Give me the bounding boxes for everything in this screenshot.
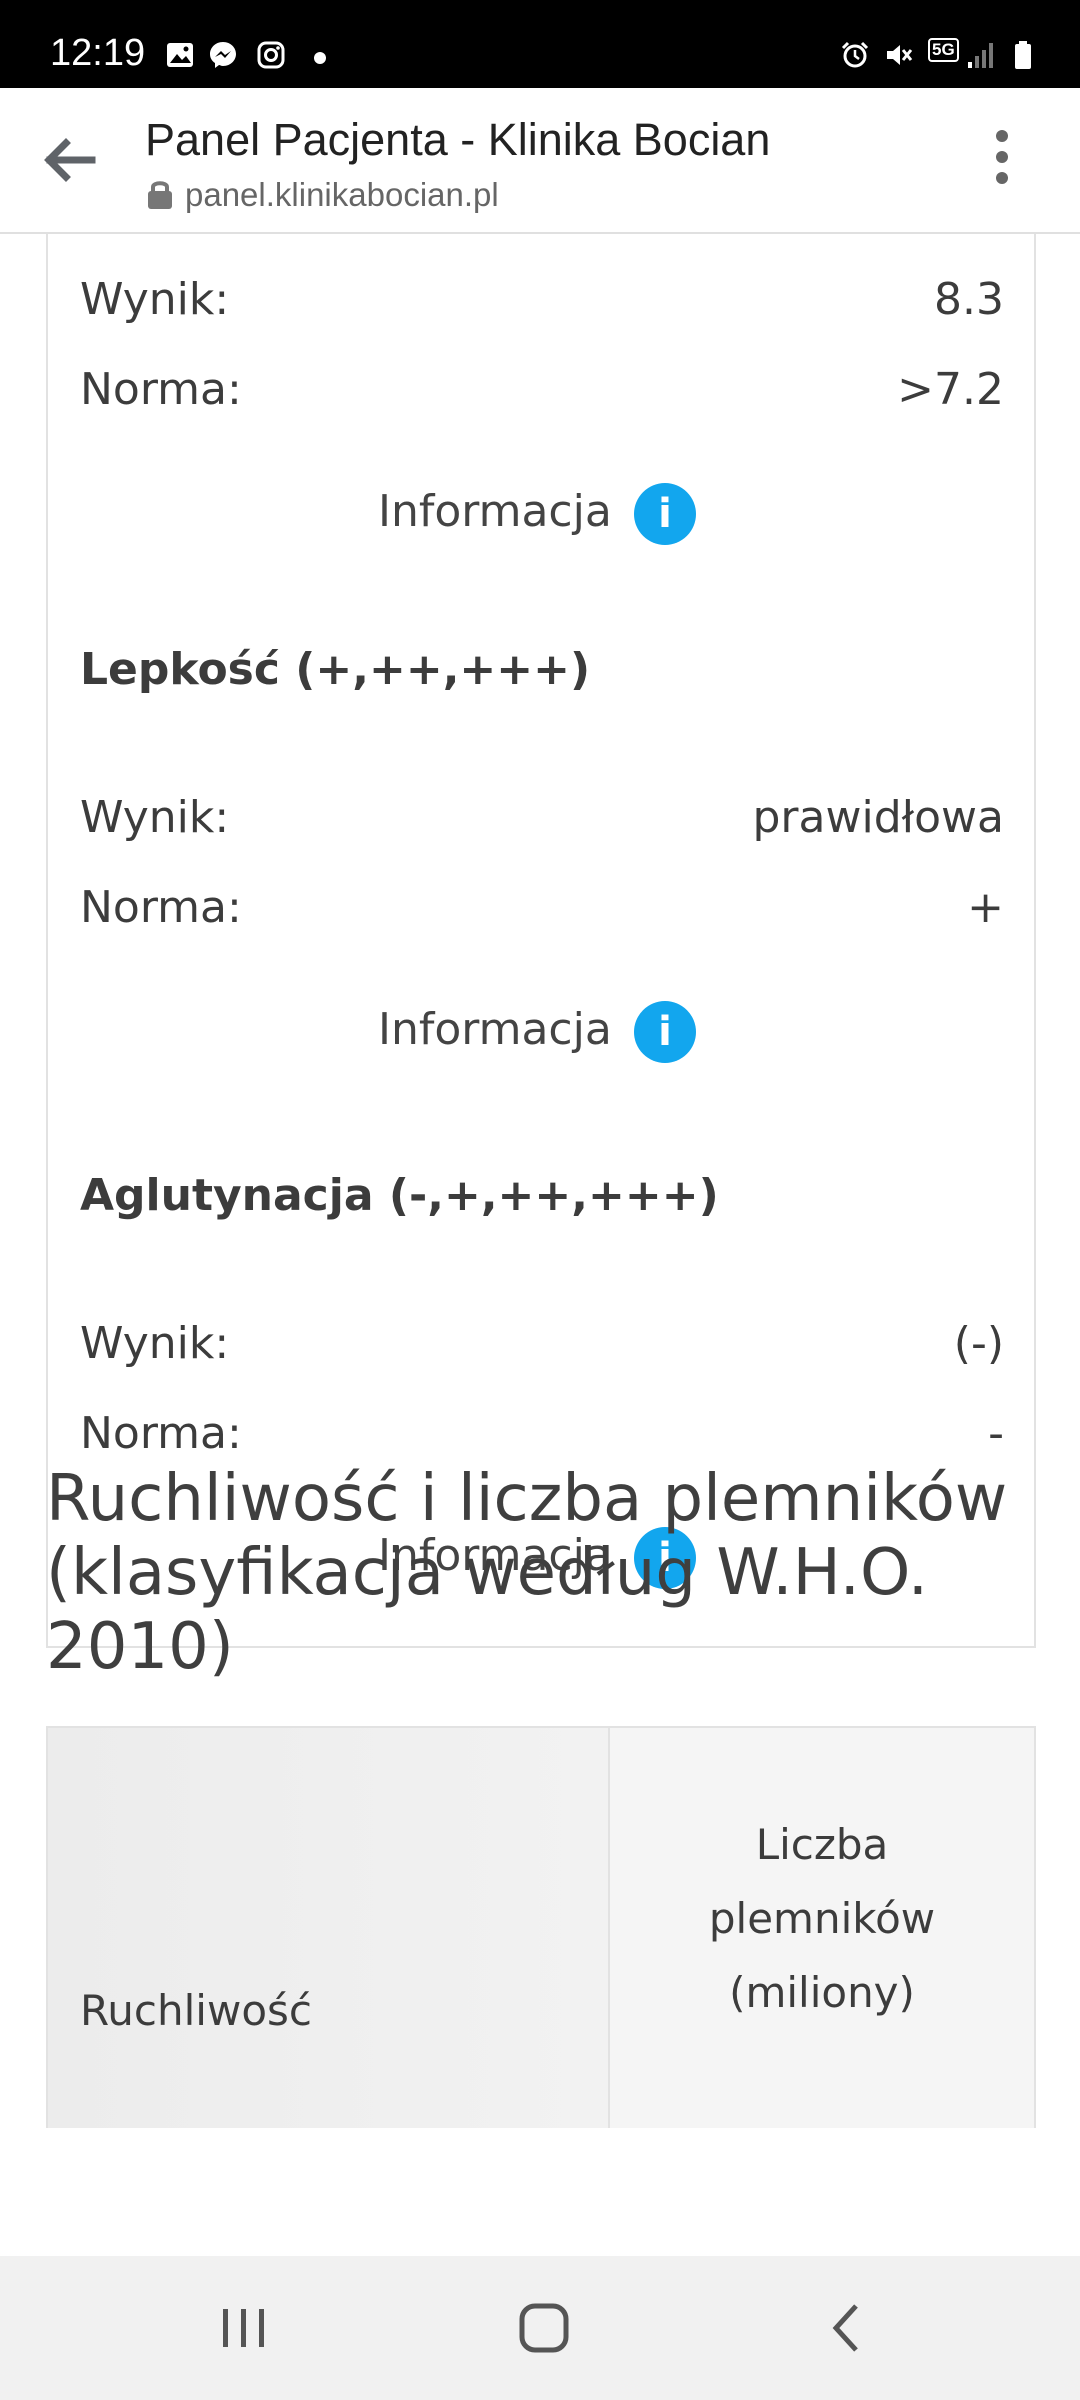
column-header-motility: Ruchliwość	[80, 1986, 312, 2035]
info-button[interactable]: Informacja i	[378, 1001, 778, 1074]
alarm-icon	[841, 41, 869, 68]
more-options-icon[interactable]	[992, 130, 1012, 190]
norm-value: +	[967, 882, 1004, 933]
back-arrow-icon[interactable]	[40, 130, 100, 190]
mute-icon	[887, 45, 913, 65]
signal-icon	[968, 43, 993, 68]
notification-dot	[314, 52, 326, 64]
column-header-line: (miliony)	[729, 1968, 915, 2017]
card-heading: Aglutynacja (-,+,++,+++)	[80, 1170, 719, 1221]
5g-icon: 5G	[928, 38, 959, 62]
section-title-line: 2010)	[46, 1610, 234, 1684]
column-header-count: Liczba plemników (miliony)	[610, 1808, 1034, 2030]
section-title-line: (klasyfikacja według W.H.O.	[46, 1536, 929, 1610]
instagram-icon	[257, 41, 285, 69]
battery-icon	[1015, 41, 1031, 69]
motility-table: Ruchliwość Liczba plemników (miliony)	[46, 1726, 1036, 2128]
recent-apps-icon[interactable]	[214, 2300, 274, 2356]
column-header-line: Liczba	[755, 1820, 889, 1869]
browser-toolbar: Panel Pacjenta - Klinika Bocian panel.kl…	[0, 88, 1080, 234]
norm-label: Norma:	[80, 882, 242, 933]
result-value: prawidłowa	[752, 792, 1005, 843]
lock-icon	[148, 181, 172, 209]
section-title: Ruchliwość i liczba plemników (klasyfika…	[46, 1462, 1036, 1684]
norm-label: Norma:	[80, 1408, 242, 1459]
result-label: Wynik:	[80, 1318, 230, 1369]
home-icon[interactable]	[514, 2300, 574, 2356]
norm-label: Norma:	[80, 364, 242, 415]
info-label: Informacja	[378, 486, 612, 537]
result-value: 8.3	[934, 274, 1004, 325]
norm-value: -	[988, 1408, 1004, 1459]
info-icon[interactable]: i	[634, 483, 696, 545]
norm-value: >7.2	[897, 364, 1004, 415]
url-text[interactable]: panel.klinikabocian.pl	[185, 176, 499, 214]
table-header-cell: Ruchliwość	[48, 1728, 610, 2128]
result-label: Wynik:	[80, 792, 230, 843]
page-title: Panel Pacjenta - Klinika Bocian	[145, 114, 771, 165]
navigation-bar	[0, 2256, 1080, 2400]
result-value: (-)	[953, 1318, 1004, 1369]
result-label: Wynik:	[80, 274, 230, 325]
info-label: Informacja	[378, 1004, 612, 1055]
column-header-line: plemników	[708, 1894, 936, 1943]
table-header-cell: Liczba plemników (miliony)	[610, 1728, 1034, 2128]
result-card-ph: Wynik: 8.3 Norma: >7.2 Informacja i	[46, 234, 1036, 598]
status-bar: 12:19 5G	[0, 0, 1080, 88]
info-icon[interactable]: i	[634, 1001, 696, 1063]
messenger-icon	[210, 42, 236, 68]
gallery-icon	[167, 43, 193, 67]
result-card-viscosity: Lepkość (+,++,+++) Wynik: prawidłowa Nor…	[46, 596, 1036, 1124]
section-title-line: Ruchliwość i liczba plemników	[46, 1462, 1008, 1536]
info-button[interactable]: Informacja i	[378, 483, 778, 556]
page-content: Wynik: 8.3 Norma: >7.2 Informacja i Lepk…	[0, 234, 1080, 2254]
card-heading: Lepkość (+,++,+++)	[80, 644, 591, 695]
back-nav-icon[interactable]	[818, 2300, 878, 2356]
status-time: 12:19	[50, 32, 146, 74]
